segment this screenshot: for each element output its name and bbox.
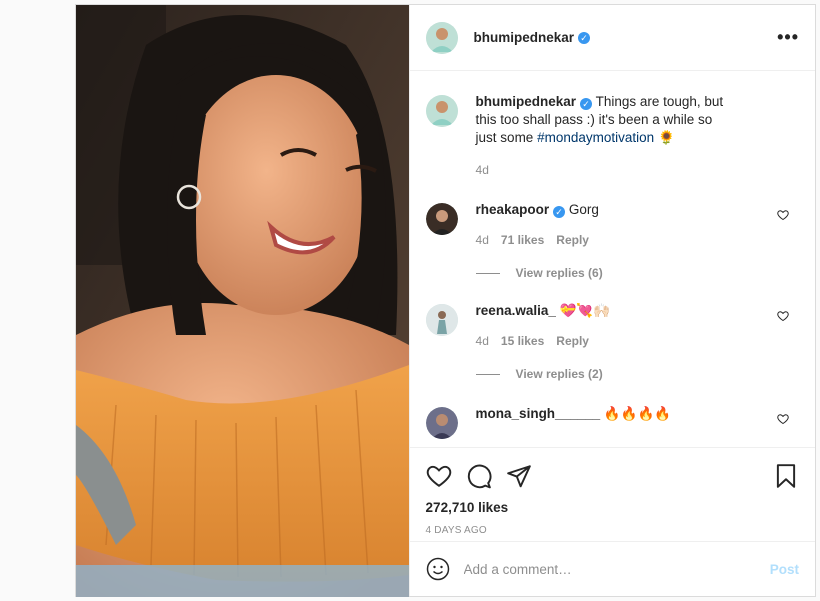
like-comment-heart-icon[interactable] — [777, 310, 789, 322]
reply-button[interactable]: Reply — [556, 332, 589, 350]
share-paper-plane-icon[interactable] — [506, 463, 532, 489]
comment-avatar[interactable] — [425, 304, 458, 336]
comment-text: Gorg — [568, 202, 599, 217]
post-comment-button[interactable]: Post — [770, 562, 799, 577]
post-sidebar: bhumipednekar ✓ ••• bhumipednekar ✓ Thing… — [408, 5, 815, 596]
comment-meta: 4d 71 likes Reply — [476, 231, 736, 249]
hashtag-link[interactable]: #mondaymotivation — [537, 130, 654, 145]
comment-item: reena.walia_ 💝💘🙌🏻 4d 15 likes Reply — [425, 302, 799, 350]
comments-list: bhumipednekar ✓ Things are tough, but thi… — [410, 71, 815, 447]
verified-badge-icon: ✓ — [553, 206, 566, 218]
caption-body: bhumipednekar ✓ Things are tough, but thi… — [476, 93, 736, 179]
photo-illustration — [76, 5, 409, 597]
post-card: bhumipednekar ✓ ••• bhumipednekar ✓ Thing… — [75, 4, 816, 597]
save-bookmark-icon[interactable] — [773, 463, 799, 489]
avatar-image — [425, 203, 458, 235]
reply-button[interactable]: Reply — [556, 231, 589, 249]
comment-body: rheakapoor ✓ Gorg 4d 71 likes Reply — [476, 201, 736, 249]
caption: bhumipednekar ✓ Things are tough, but thi… — [425, 93, 799, 179]
likes-count[interactable]: 272,710 likes — [426, 500, 799, 515]
comment-likes[interactable]: 15 likes — [501, 332, 544, 350]
caption-emoji: 🌻 — [657, 130, 675, 145]
caption-username[interactable]: bhumipednekar — [476, 94, 577, 109]
caption-meta: 4d — [476, 161, 736, 179]
like-heart-icon[interactable] — [426, 463, 452, 489]
post-header: bhumipednekar ✓ ••• — [409, 5, 815, 71]
view-replies[interactable]: View replies (6) — [475, 266, 799, 280]
comment-body: mona_singh______ 🔥🔥🔥🔥 — [476, 405, 736, 439]
replies-divider — [475, 373, 500, 375]
comment-avatar[interactable] — [425, 203, 458, 235]
post-actions: 272,710 likes 4 DAYS AGO — [409, 447, 815, 541]
like-comment-heart-icon[interactable] — [777, 209, 789, 221]
comment-body: reena.walia_ 💝💘🙌🏻 4d 15 likes Reply — [476, 302, 736, 350]
comment-bubble-icon[interactable] — [466, 463, 492, 489]
comment-time[interactable]: 4d — [476, 231, 489, 249]
action-icons — [426, 456, 799, 496]
header-username[interactable]: bhumipednekar — [474, 30, 575, 45]
comment-text: 💝💘🙌🏻 — [559, 303, 611, 318]
caption-time[interactable]: 4d — [476, 161, 489, 179]
verified-badge-icon: ✓ — [580, 98, 593, 110]
emoji-icon[interactable] — [426, 557, 450, 581]
avatar-image — [425, 304, 458, 336]
comment-meta: 4d 15 likes Reply — [476, 332, 736, 350]
comment-likes[interactable]: 71 likes — [501, 231, 544, 249]
view-replies[interactable]: View replies (2) — [475, 367, 799, 381]
comment-text: 🔥🔥🔥🔥 — [603, 406, 672, 421]
replies-divider — [475, 272, 500, 274]
avatar-image — [425, 95, 458, 127]
comment-avatar[interactable] — [425, 407, 458, 439]
view-replies-label[interactable]: View replies (2) — [516, 367, 603, 381]
add-comment-bar: Post — [409, 541, 815, 596]
verified-badge-icon: ✓ — [578, 31, 591, 44]
more-options-icon[interactable]: ••• — [777, 27, 799, 48]
comment-username[interactable]: reena.walia_ — [476, 303, 556, 318]
comment-item: rheakapoor ✓ Gorg 4d 71 likes Reply — [425, 201, 799, 249]
like-comment-heart-icon[interactable] — [777, 413, 789, 425]
comment-username[interactable]: mona_singh______ — [476, 406, 601, 421]
avatar-image — [425, 407, 458, 439]
comment-time[interactable]: 4d — [476, 332, 489, 350]
comment-username[interactable]: rheakapoor — [476, 202, 550, 217]
post-photo[interactable] — [76, 5, 409, 597]
avatar-image — [425, 21, 458, 54]
view-replies-label[interactable]: View replies (6) — [516, 266, 603, 280]
comment-input[interactable] — [463, 561, 770, 577]
post-timestamp[interactable]: 4 DAYS AGO — [426, 525, 799, 536]
caption-avatar[interactable] — [425, 95, 458, 127]
avatar[interactable] — [425, 21, 458, 54]
comment-item: mona_singh______ 🔥🔥🔥🔥 — [425, 405, 799, 439]
